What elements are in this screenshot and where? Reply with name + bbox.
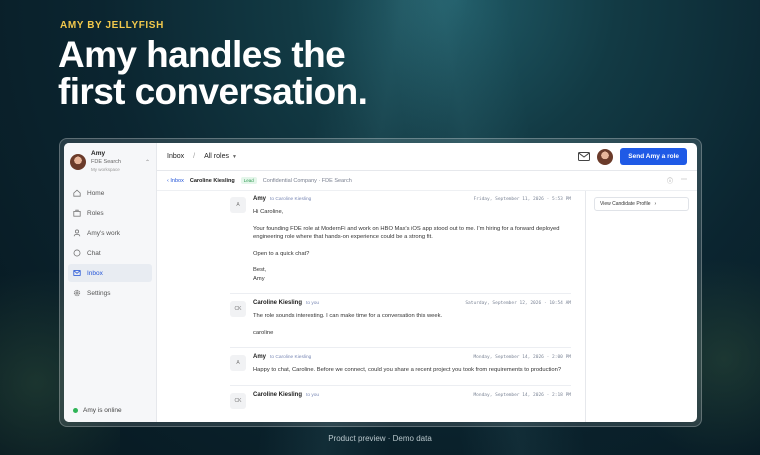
message-avatar: CK <box>230 301 246 317</box>
caption: Product preview · Demo data <box>328 434 432 443</box>
conversation-content: A Amy to Caroline Kiesling Friday, Septe… <box>157 191 697 422</box>
message-divider <box>230 293 571 294</box>
user-avatar[interactable] <box>597 148 614 165</box>
gear-icon <box>73 289 81 297</box>
sidebar-item-label: Roles <box>87 209 104 217</box>
workspace-role: FDE Search <box>91 159 121 165</box>
message-paragraph: caroline <box>253 329 274 336</box>
online-dot-icon <box>73 408 78 413</box>
message-recipient: to you <box>306 301 320 306</box>
brand-label: AMY BY JELLYFISH <box>60 20 164 31</box>
headline: Amy handles the first conversation. <box>58 34 368 112</box>
message-divider <box>230 384 571 386</box>
contact-name: Caroline Kiesling <box>189 177 235 184</box>
message-timestamp: Saturday, September 12, 2026 · 10:54 AM <box>465 301 571 306</box>
view-candidate-profile-label: View Candidate Profile <box>600 201 651 207</box>
message-recipient: to Caroline Kiesling <box>270 355 312 360</box>
message-text: The role sounds interesting. I can make … <box>253 312 571 337</box>
sidebar-item-label: Amy's work <box>87 229 121 237</box>
message-avatar: A <box>230 197 246 213</box>
message: A Amy to Caroline Kiesling Friday, Septe… <box>157 196 585 291</box>
message-paragraph: Best, Amy <box>253 267 267 282</box>
message: CK Caroline Kiesling to you Monday, Sept… <box>157 392 585 409</box>
topbar: Inbox / All roles ▼ Send Amy a role <box>157 143 697 171</box>
sidebar-item-label: Settings <box>87 289 111 297</box>
mail-icon[interactable] <box>578 152 591 161</box>
sidebar-item-roles[interactable]: Roles <box>68 204 152 222</box>
sidebar-nav: Home Roles Amy's work Chat Inbox Setting… <box>64 181 156 307</box>
sidebar: Amy FDE Search My workspace ⌃ Home Roles… <box>64 143 157 422</box>
online-status: Amy is online <box>73 407 122 414</box>
breadcrumb: Inbox / All roles ▼ <box>167 153 237 160</box>
workspace-sub: My workspace <box>91 167 120 172</box>
message: CK Caroline Kiesling to you Saturday, Se… <box>157 300 585 345</box>
conversation-header: ‹ Inbox Caroline Kiesling Lead Confident… <box>157 171 697 191</box>
headline-line-2: first conversation. <box>58 71 368 112</box>
status-badge: Lead <box>240 177 257 184</box>
breadcrumb-separator: / <box>193 153 196 160</box>
message-paragraph: The role sounds interesting. I can make … <box>253 313 443 319</box>
message-sender: Caroline Kiesling <box>253 300 303 306</box>
message: A Amy to Caroline Kiesling Monday, Septe… <box>157 354 585 383</box>
avatar <box>70 154 86 170</box>
info-icon[interactable]: ⓘ <box>667 176 673 185</box>
briefcase-icon <box>73 209 81 217</box>
back-to-inbox-link[interactable]: ‹ Inbox <box>167 178 184 184</box>
message-divider <box>230 347 571 348</box>
message-timestamp: Monday, September 14, 2026 · 2:00 PM <box>473 355 571 360</box>
message-paragraph: Open to a quick chat? <box>253 250 310 257</box>
sidebar-item-inbox[interactable]: Inbox <box>68 264 152 282</box>
message-sender: Amy <box>253 196 267 202</box>
sidebar-item-chat[interactable]: Chat <box>68 244 152 262</box>
sidebar-item-amys-work[interactable]: Amy's work <box>68 224 152 242</box>
sidebar-item-home[interactable]: Home <box>68 184 152 202</box>
message-text: Hi Caroline, Your founding FDE role at M… <box>253 208 571 283</box>
role-filter-dropdown[interactable]: All roles <box>204 153 229 160</box>
view-candidate-profile-button[interactable]: View Candidate Profile › <box>594 197 689 211</box>
more-options-icon[interactable]: ⋯ <box>681 176 687 185</box>
message-timestamp: Friday, September 11, 2026 · 5:53 PM <box>473 197 571 202</box>
workspace-name: Amy <box>91 150 106 157</box>
workspace-switcher[interactable]: Amy FDE Search My workspace ⌃ <box>64 143 156 181</box>
message-paragraph: Happy to chat, Caroline. Before we conne… <box>253 367 562 373</box>
chat-icon <box>73 249 81 257</box>
sidebar-item-label: Home <box>87 189 105 197</box>
person-icon <box>73 229 81 237</box>
chevron-right-icon: › <box>654 201 657 207</box>
home-icon <box>73 189 81 197</box>
message-avatar: CK <box>230 392 246 409</box>
sidebar-item-settings[interactable]: Settings <box>68 284 152 302</box>
back-link-label: Inbox <box>170 177 184 184</box>
candidate-panel: View Candidate Profile › <box>585 191 697 422</box>
message-thread: A Amy to Caroline Kiesling Friday, Septe… <box>157 191 585 422</box>
message-paragraph: Your founding FDE role at ModernFi and w… <box>253 225 560 241</box>
message-sender: Amy <box>253 354 267 360</box>
message-sender: Caroline Kiesling <box>253 391 303 398</box>
message-text: Happy to chat, Caroline. Before we conne… <box>253 366 571 375</box>
send-amy-a-role-button[interactable]: Send Amy a role <box>620 148 687 165</box>
message-recipient: to Caroline Kiesling <box>270 197 312 202</box>
sidebar-item-label: Inbox <box>87 269 103 277</box>
mail-icon <box>73 270 81 276</box>
app-window: Amy FDE Search My workspace ⌃ Home Roles… <box>64 143 697 422</box>
headline-line-1: Amy handles the <box>58 34 346 75</box>
message-paragraph: Hi Caroline, <box>253 209 284 215</box>
chevron-updown-icon: ⌃ <box>144 159 150 166</box>
conversation-context: Confidential Company · FDE Search <box>262 177 352 184</box>
message-timestamp: Monday, September 14, 2026 · 2:18 PM <box>473 392 571 398</box>
message-avatar: A <box>230 355 246 371</box>
sidebar-item-label: Chat <box>87 249 101 257</box>
message-recipient: to you <box>306 392 320 398</box>
main-area: Inbox / All roles ▼ Send Amy a role ‹ In… <box>157 143 697 422</box>
breadcrumb-inbox[interactable]: Inbox <box>167 153 184 160</box>
online-status-label: Amy is online <box>83 407 122 414</box>
chevron-down-icon: ▼ <box>231 153 237 160</box>
